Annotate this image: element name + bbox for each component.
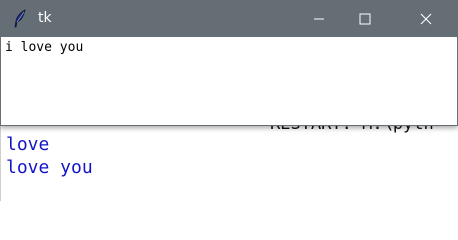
window-client-area: i love you bbox=[1, 37, 457, 125]
close-button[interactable] bbox=[403, 1, 449, 37]
window-titlebar[interactable]: tk bbox=[1, 1, 457, 37]
window-title: tk bbox=[38, 10, 52, 26]
minimize-button[interactable] bbox=[296, 1, 342, 37]
close-icon bbox=[420, 10, 432, 29]
tk-window: tk i love you bbox=[0, 0, 458, 126]
window-label: i love you bbox=[5, 40, 84, 55]
maximize-button[interactable] bbox=[342, 1, 388, 37]
feather-icon bbox=[12, 9, 28, 29]
screen: RESTART: M:\pyth love love you tk bbox=[0, 0, 458, 201]
shell-output-line-1: love bbox=[6, 134, 50, 155]
shell-output-line-2: love you bbox=[6, 157, 93, 178]
minimize-icon bbox=[313, 10, 325, 29]
maximize-icon bbox=[359, 10, 371, 29]
